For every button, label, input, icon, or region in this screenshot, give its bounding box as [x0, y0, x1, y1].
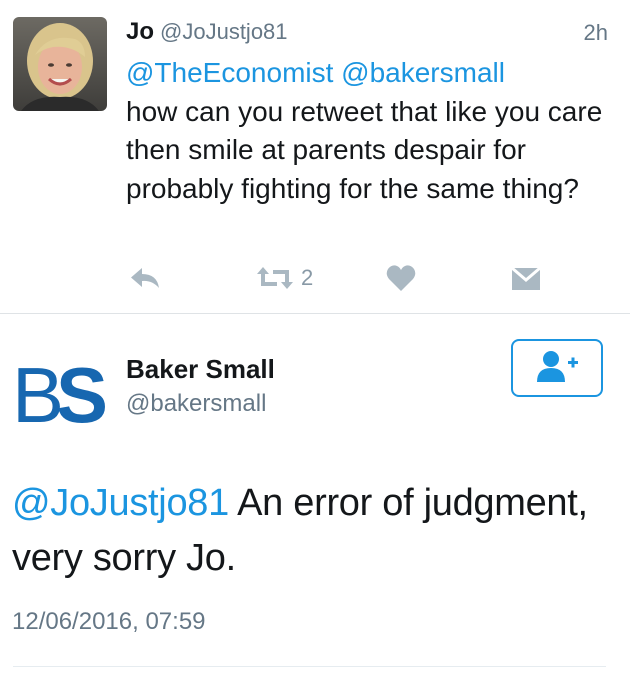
tweet-actions: 2 — [0, 258, 630, 298]
tweet-timestamp[interactable]: 2h — [584, 20, 608, 46]
reply-button[interactable] — [128, 258, 162, 298]
baker-small-logo[interactable]: B S — [12, 351, 112, 439]
svg-text:S: S — [56, 352, 108, 432]
follow-button[interactable] — [511, 339, 603, 397]
screen-name[interactable]: @JoJustjo81 — [160, 19, 288, 44]
reply-icon — [128, 265, 162, 291]
tweet-text: @TheEconomist @bakersmall how can you re… — [126, 54, 616, 208]
retweet-button[interactable]: 2 — [255, 258, 313, 298]
avatar[interactable] — [13, 17, 107, 111]
reply-tweet[interactable]: Jo @JoJustjo81 2h @TheEconomist @bakersma… — [0, 0, 630, 313]
display-name[interactable]: Jo — [126, 18, 154, 45]
mention-links[interactable]: @TheEconomist @bakersmall — [126, 57, 505, 88]
main-tweet-text: @JoJustjo81 An error of judgment, very s… — [12, 476, 612, 586]
tweet-date: 12/06/2016, 07:59 — [12, 608, 206, 635]
bottom-divider — [13, 666, 606, 667]
like-button[interactable] — [386, 258, 416, 298]
tweet-header: Jo @JoJustjo81 2h — [126, 18, 608, 52]
author-name[interactable]: Baker Small — [126, 354, 275, 385]
like-icon — [386, 264, 416, 292]
main-tweet: B S Baker Small @bakersmall @JoJustjo81 … — [0, 314, 630, 685]
follow-user-icon — [535, 349, 579, 388]
retweet-icon — [255, 264, 295, 292]
author-handle[interactable]: @bakersmall — [126, 390, 266, 418]
direct-message-icon — [511, 265, 541, 291]
svg-text:B: B — [12, 352, 60, 432]
mention-link[interactable]: @JoJustjo81 — [12, 482, 229, 524]
retweet-count: 2 — [301, 265, 314, 290]
direct-message-button[interactable] — [511, 258, 541, 298]
tweet-body: how can you retweet that like you care t… — [126, 95, 603, 204]
